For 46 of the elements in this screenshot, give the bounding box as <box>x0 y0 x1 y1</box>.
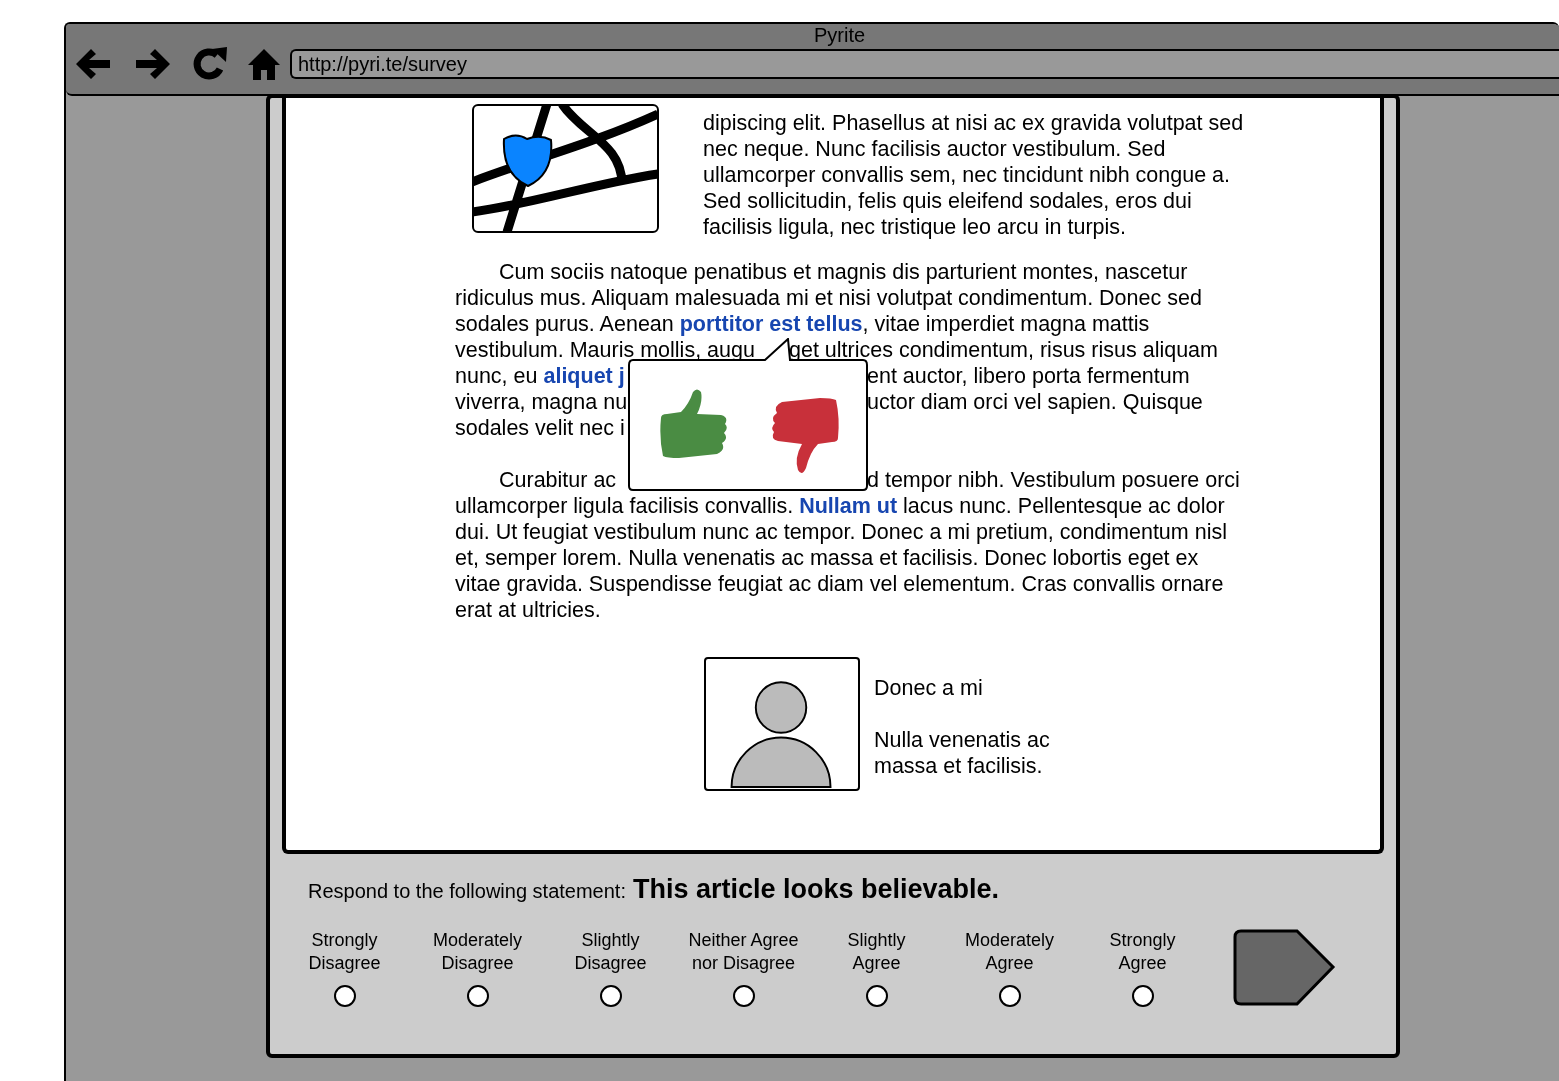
paragraph-line: Cum sociis natoque penatibus et magnis dis parturient montes, nascetur <box>498 259 1188 285</box>
paragraph-line: ullamcorper convallis sem, nec tincidunt nibh congue a. <box>703 162 1232 188</box>
radio-button[interactable] <box>333 985 356 1007</box>
prompt-text: Respond to the following statement: <box>308 880 626 903</box>
thumbs-up-icon[interactable] <box>659 388 729 460</box>
window-title: Pyrite <box>813 24 866 46</box>
paragraph-line: d tempor nibh. Vestibulum posuere orci <box>867 467 1240 493</box>
url-field[interactable]: http://pyri.te/survey <box>290 49 1559 79</box>
paragraph-line: sodales purus. Aenean porttitor est tellus, vitae imperdiet magna mattis <box>455 311 1150 337</box>
paragraph-line: dipiscing elit. Phasellus at nisi ac ex gravida volutpat sed <box>703 110 1244 136</box>
paragraph-line: nunc, eu aliquet j <box>455 363 625 389</box>
radio-button[interactable] <box>865 985 888 1007</box>
home-icon[interactable] <box>246 47 282 81</box>
option-label: Slightly Disagree <box>574 929 647 975</box>
paragraph-line: Curabitur ac <box>498 467 617 493</box>
paragraph-line: dui. Ut feugiat vestibulum nunc ac tempor. Donec a mi pretium, condimentum nisl <box>455 519 1227 545</box>
option-label: Neither Agree nor Disagree <box>688 929 799 975</box>
option-label: Slightly Agree <box>847 929 906 975</box>
radio-button[interactable] <box>466 985 489 1007</box>
paragraph-line: ullamcorper ligula facilisis convallis. Nullam ut lacus nunc. Pellentesque ac dolor <box>455 493 1225 519</box>
option-label: Moderately Disagree <box>432 929 522 975</box>
paragraph-line: nec neque. Nunc facilisis auctor vestibulum. Sed <box>703 136 1167 162</box>
paragraph-line: Sed sollicitudin, felis quis eleifend sodales, eros dui <box>703 188 1193 214</box>
back-icon[interactable] <box>74 47 112 81</box>
paragraph-line: facilisis ligula, nec tristique leo arcu in turpis. <box>703 214 1128 240</box>
paragraph-line: et, semper lorem. Nulla venenatis ac massa et facilisis. Donec lobortis eget ex <box>455 545 1199 571</box>
map-icon <box>472 104 659 233</box>
option-label: Moderately Agree <box>964 929 1054 975</box>
radio-button[interactable] <box>599 985 622 1007</box>
radio-button[interactable] <box>1131 985 1154 1007</box>
paragraph-line: erat at ultricies. <box>455 597 601 623</box>
paragraph-line: viverra, magna nu <box>455 389 628 415</box>
option-label: Strongly Agree <box>1109 929 1176 975</box>
paragraph-line: sodales velit nec i <box>455 415 625 441</box>
paragraph-line: ent auctor, libero porta fermentum <box>867 363 1190 389</box>
profile-caption: Nulla venenatis ac massa et facilisis. <box>874 727 1050 779</box>
profile-name: Donec a mi <box>874 675 984 701</box>
option-label: Strongly Disagree <box>308 929 381 975</box>
paragraph-line: vitae gravida. Suspendisse feugiat ac diam vel elementum. Cras convallis ornare <box>455 571 1224 597</box>
radio-button[interactable] <box>998 985 1021 1007</box>
paragraph-line: uctor diam orci vel sapien. Quisque <box>867 389 1203 415</box>
statement-text: This article looks believable. <box>632 874 1000 905</box>
paragraph-line: ridiculus mus. Aliquam malesuada mi et nisi volutpat condimentum. Donec sed <box>455 285 1202 311</box>
next-button[interactable] <box>1233 929 1337 1007</box>
radio-button[interactable] <box>732 985 755 1007</box>
forward-icon[interactable] <box>134 47 172 81</box>
